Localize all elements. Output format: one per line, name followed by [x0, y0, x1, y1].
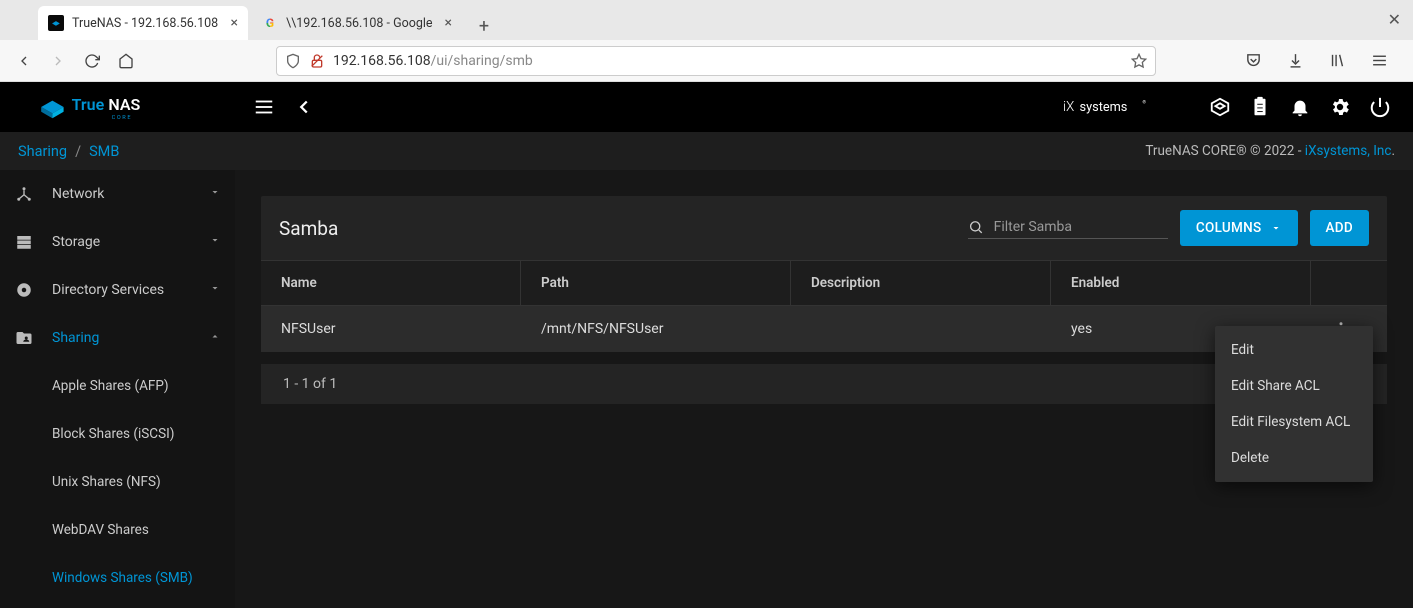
folder-shared-icon: [14, 329, 34, 347]
bookmark-star-icon[interactable]: [1131, 53, 1147, 69]
chevron-down-icon: [1270, 222, 1282, 234]
truecommand-icon[interactable]: [1209, 96, 1231, 118]
collapse-sidebar-icon[interactable]: [293, 96, 315, 118]
chevron-down-icon: [209, 234, 221, 250]
browser-tab-inactive[interactable]: G \\192.168.56.108 - Google ×: [252, 6, 462, 40]
google-favicon-icon: G: [262, 15, 278, 31]
table-header: Name Path Description Enabled: [261, 260, 1387, 306]
shield-icon[interactable]: [285, 53, 301, 69]
sidebar-item-label: Sharing: [52, 330, 99, 346]
add-button-label: ADD: [1326, 220, 1353, 236]
browser-toolbar: 192.168.56.108/ui/sharing/smb: [0, 40, 1413, 82]
menu-item-edit-filesystem-acl[interactable]: Edit Filesystem ACL: [1215, 404, 1373, 440]
col-path[interactable]: Path: [521, 261, 791, 305]
search-icon: [968, 218, 984, 236]
col-actions: [1311, 261, 1371, 305]
truenas-logo[interactable]: True NAS CORE: [0, 90, 235, 124]
sidebar-item-storage[interactable]: Storage: [0, 218, 235, 266]
browser-tab-label: \\192.168.56.108 - Google: [286, 16, 439, 31]
sidebar-item-sharing[interactable]: Sharing: [0, 314, 235, 362]
sidebar-item-network[interactable]: Network: [0, 170, 235, 218]
sidebar-sub-afp[interactable]: Apple Shares (AFP): [0, 362, 235, 410]
tab-close-icon[interactable]: ×: [445, 15, 452, 31]
columns-button[interactable]: COLUMNS: [1180, 210, 1298, 246]
home-button[interactable]: [112, 47, 140, 75]
browser-tab-strip: TrueNAS - 192.168.56.108 × G \\192.168.5…: [0, 0, 1413, 40]
search-box[interactable]: [968, 218, 1168, 239]
storage-icon: [14, 233, 34, 251]
insecure-lock-icon[interactable]: [309, 53, 325, 69]
notifications-bell-icon[interactable]: [1289, 96, 1311, 118]
svg-text:systems: systems: [1080, 100, 1128, 115]
power-icon[interactable]: [1369, 96, 1391, 118]
ixsystems-logo[interactable]: iX systems ®: [1063, 95, 1183, 119]
sidebar-item-label: Directory Services: [52, 282, 164, 298]
browser-tab-active[interactable]: TrueNAS - 192.168.56.108 ×: [38, 6, 248, 40]
cell-path: /mnt/NFS/NFSUser: [521, 321, 791, 337]
url-bar[interactable]: 192.168.56.108/ui/sharing/smb: [276, 46, 1156, 76]
library-icon[interactable]: [1323, 47, 1351, 75]
svg-text:NAS: NAS: [108, 95, 140, 114]
svg-text:iX: iX: [1063, 99, 1074, 115]
chevron-down-icon: [209, 186, 221, 202]
copyright-text: TrueNAS CORE® © 2022 - iXsystems, Inc.: [1145, 143, 1395, 159]
row-context-menu: Edit Edit Share ACL Edit Filesystem ACL …: [1215, 326, 1373, 482]
sidebar-item-label: Network: [52, 186, 104, 202]
app-menu-icon[interactable]: [1365, 47, 1393, 75]
new-tab-button[interactable]: +: [470, 12, 498, 40]
tab-close-icon[interactable]: ×: [231, 15, 238, 31]
breadcrumb-sep: /: [75, 143, 81, 160]
col-description[interactable]: Description: [791, 261, 1051, 305]
card-title: Samba: [279, 217, 956, 240]
menu-item-delete[interactable]: Delete: [1215, 440, 1373, 476]
back-button[interactable]: [10, 47, 38, 75]
directory-icon: [14, 281, 34, 299]
menu-item-edit-share-acl[interactable]: Edit Share ACL: [1215, 368, 1373, 404]
sidebar-item-label: Storage: [52, 234, 100, 250]
chevron-down-icon: [209, 282, 221, 298]
sidebar[interactable]: Network Storage Directory Services Shari…: [0, 170, 235, 608]
svg-text:CORE: CORE: [112, 115, 133, 121]
forward-button[interactable]: [44, 47, 72, 75]
col-enabled[interactable]: Enabled: [1051, 261, 1311, 305]
app-root: True NAS CORE iX systems ® Sharing / SMB T…: [0, 82, 1413, 608]
sidebar-sub-nfs[interactable]: Unix Shares (NFS): [0, 458, 235, 506]
pocket-icon[interactable]: [1239, 47, 1267, 75]
breadcrumb-root[interactable]: Sharing: [18, 143, 67, 160]
sidebar-sub-iscsi[interactable]: Block Shares (iSCSI): [0, 410, 235, 458]
svg-text:®: ®: [1143, 98, 1147, 105]
svg-text:True: True: [72, 95, 105, 114]
menu-toggle-icon[interactable]: [253, 96, 275, 118]
add-button[interactable]: ADD: [1310, 210, 1369, 246]
settings-gear-icon[interactable]: [1329, 96, 1351, 118]
browser-tab-label: TrueNAS - 192.168.56.108: [72, 16, 225, 31]
network-icon: [14, 185, 34, 203]
downloads-icon[interactable]: [1281, 47, 1309, 75]
content-area: Samba COLUMNS ADD Name Path: [235, 170, 1413, 608]
reload-button[interactable]: [78, 47, 106, 75]
filter-input[interactable]: [994, 219, 1168, 235]
menu-item-edit[interactable]: Edit: [1215, 332, 1373, 368]
sidebar-item-directory-services[interactable]: Directory Services: [0, 266, 235, 314]
col-name[interactable]: Name: [261, 261, 521, 305]
sidebar-sub-smb[interactable]: Windows Shares (SMB): [0, 554, 235, 602]
sidebar-sub-webdav[interactable]: WebDAV Shares: [0, 506, 235, 554]
pager-text: 1 - 1 of 1: [283, 376, 337, 392]
truenas-favicon-icon: [48, 15, 64, 31]
breadcrumb: Sharing / SMB TrueNAS CORE® © 2022 - iXs…: [0, 132, 1413, 170]
columns-button-label: COLUMNS: [1196, 220, 1262, 236]
ixsystems-link[interactable]: iXsystems, Inc: [1305, 143, 1392, 159]
app-header: True NAS CORE iX systems ®: [0, 82, 1413, 132]
url-text: 192.168.56.108/ui/sharing/smb: [333, 53, 1123, 69]
clipboard-icon[interactable]: [1249, 96, 1271, 118]
chevron-up-icon: [209, 330, 221, 346]
breadcrumb-current[interactable]: SMB: [89, 143, 119, 160]
window-close-icon[interactable]: ✕: [1388, 10, 1401, 29]
cell-name: NFSUser: [261, 321, 521, 337]
